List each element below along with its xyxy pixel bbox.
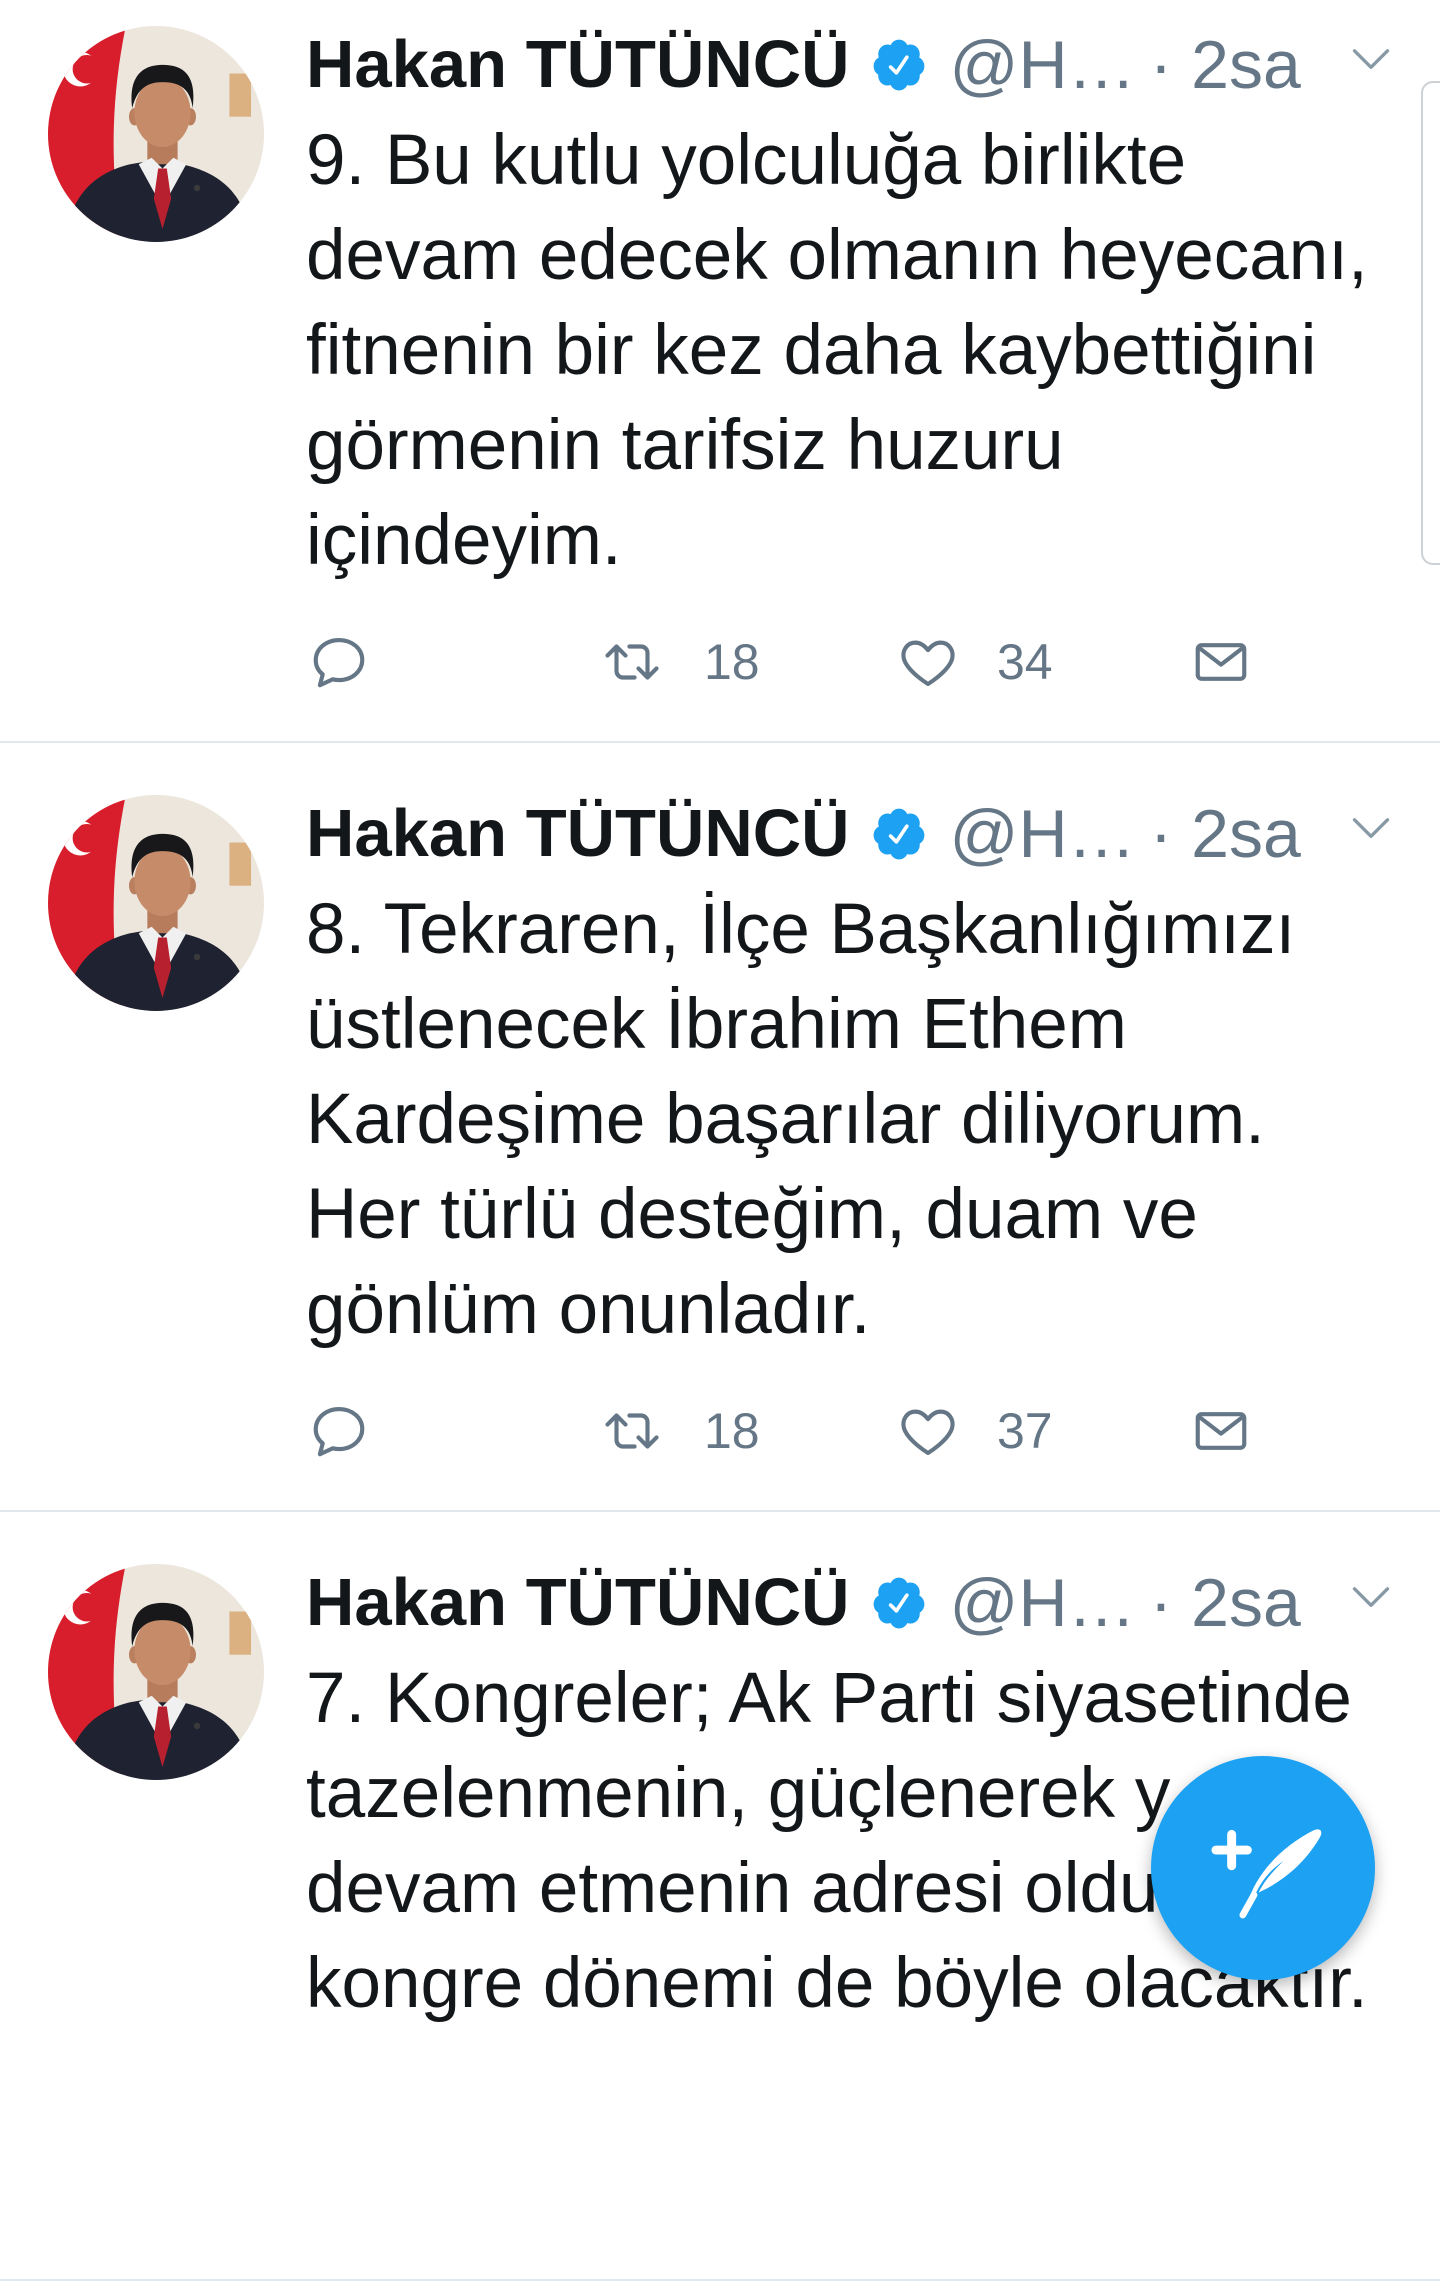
tweet-text-line: 8. Tekraren, İlçe Başkanlığımızı	[306, 890, 1296, 969]
avatar-photo	[48, 26, 264, 242]
tweet-timestamp[interactable]: · 2sa	[1150, 25, 1301, 105]
verified-badge-icon	[873, 808, 924, 860]
author-handle: @H…	[949, 796, 1136, 872]
author-handle: @H…	[949, 1565, 1136, 1641]
retweet-button[interactable]	[601, 1400, 663, 1462]
retweet-icon	[605, 644, 659, 680]
scrollbar-thumb[interactable]	[1421, 81, 1440, 565]
avatar-photo	[48, 795, 264, 1011]
avatar[interactable]	[48, 1564, 264, 1780]
tweet-actions: 18 37	[0, 1391, 1440, 1471]
tweet-text-line: fitnenin bir kez daha kaybettiğini	[306, 311, 1317, 390]
tweet-menu-button[interactable]	[1349, 1584, 1393, 1612]
reply-icon	[313, 637, 365, 688]
like-count: 37	[997, 1403, 1053, 1459]
verified-badge-icon	[873, 39, 924, 91]
verified-badge-icon	[873, 1577, 924, 1629]
like-count: 34	[997, 634, 1053, 690]
heart-icon	[901, 640, 955, 687]
tweet-text: 8. Tekraren, İlçe Başkanlığımızı üstlene…	[306, 882, 1295, 1357]
tweet-menu-button[interactable]	[1349, 46, 1393, 74]
retweet-count: 18	[704, 1403, 760, 1459]
tweet[interactable]: Hakan TÜTÜNCÜ @H… · 2sa 8. Tekraren, İlç…	[0, 743, 1440, 1512]
tweet-text-line: içindeyim.	[306, 501, 622, 580]
tweet-actions: 18 34	[0, 622, 1440, 702]
tweet-text-line: Kardeşime başarılar diliyorum.	[306, 1080, 1265, 1159]
author-name[interactable]: Hakan TÜTÜNCÜ	[306, 25, 850, 105]
tweet-header: Hakan TÜTÜNCÜ @H… · 2sa	[306, 25, 1301, 105]
tweet-text-line: görmenin tarifsiz huzuru	[306, 406, 1064, 485]
tweet-text-line: gönlüm onunladır.	[306, 1270, 871, 1349]
tweet-text-line: Her türlü desteğim, duam ve	[306, 1175, 1198, 1254]
lapel-pin	[193, 1722, 201, 1730]
compose-tweet-button[interactable]	[1151, 1756, 1375, 1980]
like-button[interactable]	[897, 631, 959, 693]
tweet[interactable]: Hakan TÜTÜNCÜ @H… · 2sa 9. Bu kutlu yolc…	[0, 0, 1440, 743]
tweet-text-line: üstlenecek İbrahim Ethem	[306, 985, 1127, 1064]
envelope-icon	[1195, 643, 1247, 681]
retweet-icon	[605, 1413, 659, 1449]
author-name[interactable]: Hakan TÜTÜNCÜ	[306, 794, 850, 874]
heart-icon	[901, 1409, 955, 1456]
direct-message-button[interactable]	[1190, 631, 1252, 693]
lapel-pin	[193, 184, 201, 192]
tweet-text-line: devam edecek olmanın heyecanı,	[306, 216, 1368, 295]
lapel-pin	[193, 953, 201, 961]
tweet-header: Hakan TÜTÜNCÜ @H… · 2sa	[306, 794, 1301, 874]
envelope-icon	[1195, 1412, 1247, 1450]
background-frame	[229, 1611, 252, 1655]
tweet-header: Hakan TÜTÜNCÜ @H… · 2sa	[306, 1563, 1301, 1643]
tweet-timestamp[interactable]: · 2sa	[1150, 794, 1301, 874]
reply-button[interactable]	[308, 631, 370, 693]
tweet-text-line: 9. Bu kutlu yolculuğa birlikte	[306, 121, 1187, 200]
reply-icon	[313, 1406, 365, 1457]
avatar[interactable]	[48, 795, 264, 1011]
retweet-button[interactable]	[601, 631, 663, 693]
chevron-down-icon	[1352, 49, 1390, 69]
background-frame	[229, 842, 252, 886]
background-frame	[229, 73, 252, 117]
tweet-menu-button[interactable]	[1349, 815, 1393, 843]
direct-message-button[interactable]	[1190, 1400, 1252, 1462]
reply-button[interactable]	[308, 1400, 370, 1462]
avatar[interactable]	[48, 26, 264, 242]
author-handle: @H…	[949, 27, 1136, 103]
chevron-down-icon	[1352, 1587, 1390, 1607]
compose-tweet-icon	[1211, 1829, 1322, 1919]
avatar-photo	[48, 1564, 264, 1780]
tweet-text-line: 7. Kongreler; Ak Parti siyasetinde	[306, 1659, 1352, 1738]
tweet-text: 9. Bu kutlu yolculuğa birlikte devam ede…	[306, 113, 1368, 588]
chevron-down-icon	[1352, 818, 1390, 838]
like-button[interactable]	[897, 1400, 959, 1462]
author-name[interactable]: Hakan TÜTÜNCÜ	[306, 1563, 850, 1643]
retweet-count: 18	[704, 634, 760, 690]
tweet-timestamp[interactable]: · 2sa	[1150, 1563, 1301, 1643]
